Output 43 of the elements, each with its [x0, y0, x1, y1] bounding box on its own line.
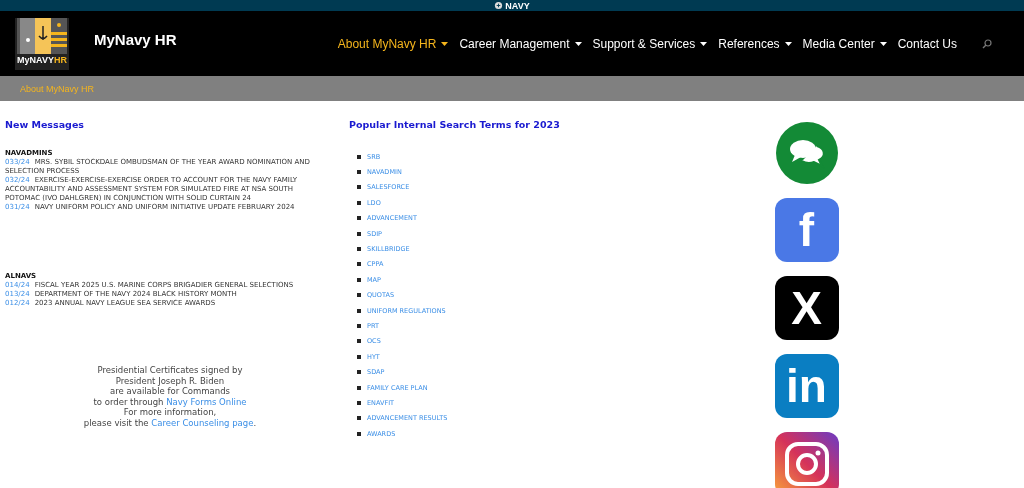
certificate-text: President Joseph R. Biden: [114, 375, 226, 386]
bullet-icon: [357, 431, 361, 436]
certificate-text: to order through Navy Forms Online: [92, 396, 248, 407]
bullet-icon: [357, 154, 361, 159]
bullet-icon: [357, 370, 361, 375]
search-icon[interactable]: [982, 38, 992, 49]
breadcrumb-link[interactable]: About MyNavy HR: [20, 83, 95, 94]
bullet-icon: [357, 400, 361, 405]
section-heading: New Messages: [5, 119, 85, 130]
social-logo-icon[interactable]: in: [774, 354, 839, 418]
certificate-text: For more information,: [122, 407, 218, 418]
certificate-text: Presidential Certificates signed by: [96, 365, 244, 376]
bullet-icon: [357, 339, 361, 344]
bullet-icon: [357, 216, 361, 221]
section-heading: Popular Internal Search Terms for 2023: [349, 119, 561, 130]
bullet-icon: [357, 185, 361, 190]
bullet-icon: [357, 385, 361, 390]
social-logo-icon[interactable]: X: [774, 276, 839, 340]
social-logo-icon[interactable]: f: [774, 198, 839, 262]
certificate-text: please visit the Career Counseling page.: [82, 417, 258, 428]
nav-menu-item[interactable]: Career Management: [459, 36, 582, 51]
bullet-icon: [357, 277, 361, 282]
logo[interactable]: MyNAVYHR: [15, 17, 69, 70]
forms-link[interactable]: Navy Forms Online: [166, 396, 247, 407]
nav-menu-item[interactable]: Support & Services: [592, 36, 708, 51]
nav-menu-item[interactable]: References: [718, 36, 792, 51]
bullet-icon: [357, 416, 361, 421]
bullet-icon: [357, 247, 361, 252]
bullet-icon: [357, 354, 361, 359]
bullet-icon: [357, 231, 361, 236]
certificate-text: are available for Commands: [109, 386, 231, 397]
bullet-icon: [357, 200, 361, 205]
nav-menu-item[interactable]: Contact Us: [897, 36, 957, 51]
site-title: MyNavy HR: [94, 31, 177, 48]
nav-menu-item[interactable]: Media Center: [802, 36, 887, 51]
nav-menu-item[interactable]: About MyNavy HR: [337, 36, 449, 51]
bullet-icon: [357, 262, 361, 267]
camera-icon[interactable]: [774, 432, 839, 488]
top-bar-wordmark: NAVY: [505, 0, 530, 11]
bullet-icon: [357, 170, 361, 175]
bullet-icon: [357, 293, 361, 298]
bullet-icon: [357, 324, 361, 328]
bullet-icon: [357, 308, 361, 313]
